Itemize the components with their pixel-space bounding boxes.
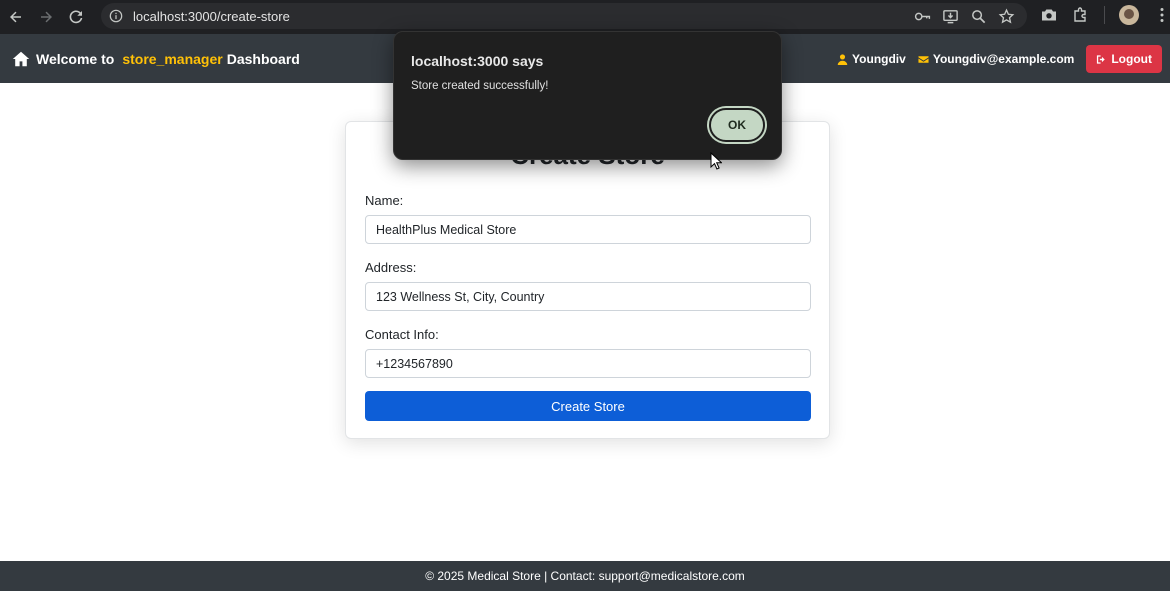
reload-icon[interactable] [61,2,91,32]
screenshot-camera-icon[interactable] [1040,6,1058,24]
username-display: Youngdiv [837,52,906,66]
logout-label: Logout [1111,52,1152,66]
contact-info-label: Contact Info: [365,327,439,342]
name-label: Name: [365,193,404,208]
contact-info-field[interactable] [365,349,811,378]
email-text: Youngdiv@example.com [932,52,1075,66]
address-field[interactable] [365,282,811,311]
address-label: Address: [365,260,417,275]
zoom-icon[interactable] [970,8,987,25]
envelope-icon [918,55,929,63]
bookmark-star-icon[interactable] [998,8,1015,25]
create-store-card: Create Store Name: Address: Contact Info… [345,121,830,439]
sign-out-icon [1097,54,1106,64]
create-store-button[interactable]: Create Store [365,391,811,421]
email-display: Youngdiv@example.com [918,52,1075,66]
install-app-icon[interactable] [942,8,959,25]
username-text: Youngdiv [852,52,906,66]
mouse-cursor-icon [710,152,722,170]
extensions-icon[interactable] [1072,6,1090,24]
navbar-brand[interactable]: Welcome to store_manager Dashboard [12,50,300,68]
profile-avatar[interactable] [1119,5,1139,25]
dialog-title: localhost:3000 says [411,53,544,69]
ok-button[interactable]: OK [709,108,765,142]
toolbar-separator [1104,6,1105,24]
page-footer: © 2025 Medical Store | Contact: support@… [0,561,1170,591]
password-key-icon[interactable] [914,8,931,25]
forward-icon[interactable] [31,2,61,32]
logout-button[interactable]: Logout [1086,45,1162,73]
user-icon [837,53,848,65]
role-text: store_manager [122,50,223,67]
dialog-message: Store created successfully! [411,80,549,92]
footer-text: © 2025 Medical Store | Contact: support@… [425,569,745,583]
url-text[interactable]: localhost:3000/create-store [133,9,290,24]
menu-kebab-icon[interactable] [1153,6,1170,24]
site-info-icon[interactable] [109,9,123,23]
dashboard-text: Dashboard [226,50,300,67]
welcome-text: Welcome to [36,50,115,67]
back-icon[interactable] [1,2,31,32]
name-field[interactable] [365,215,811,244]
alert-dialog: localhost:3000 says Store created succes… [393,31,782,160]
browser-toolbar: localhost:3000/create-store [0,0,1170,34]
home-icon [12,51,30,66]
address-bar[interactable]: localhost:3000/create-store [101,3,1027,29]
